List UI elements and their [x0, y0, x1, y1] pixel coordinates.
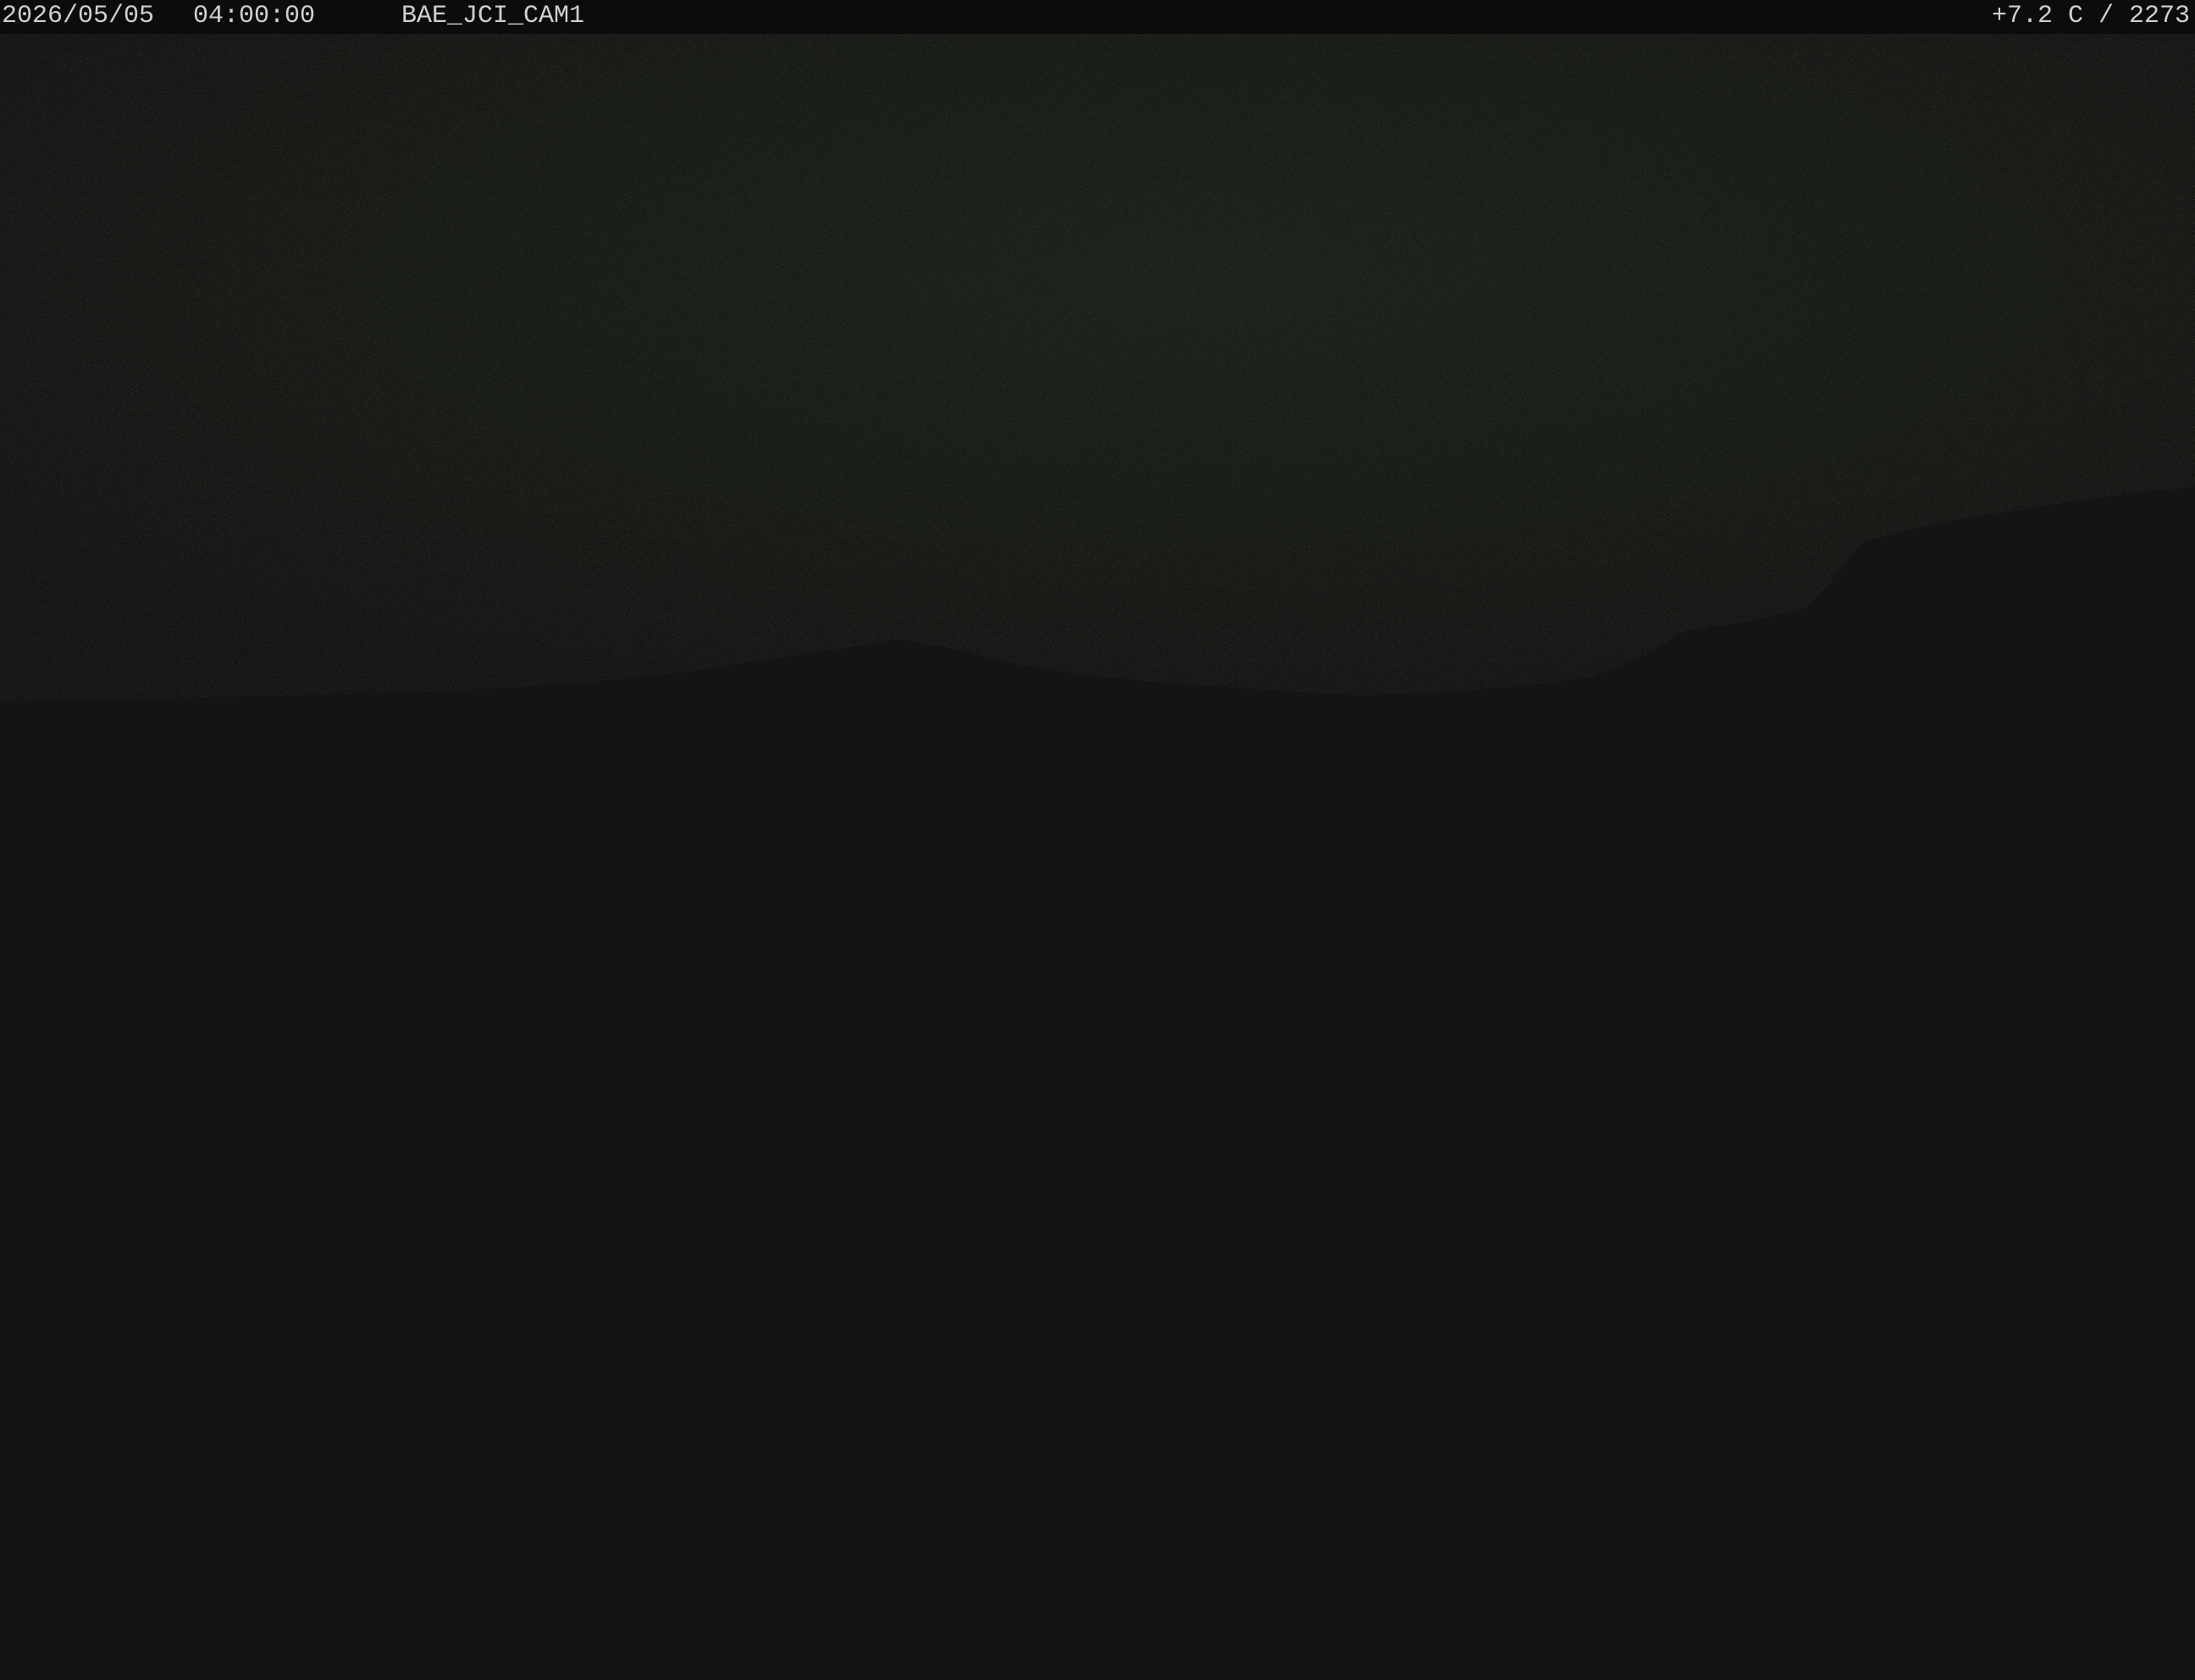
camera-overlay-bar: 2026/05/05 04:00:00 BAE_JCI_CAM1 +7.2 C …: [0, 0, 2195, 34]
camera-id-label: BAE_JCI_CAM1: [401, 2, 585, 30]
night-landscape-image: [0, 34, 2195, 1680]
temperature-readout: +7.2 C / 2273: [1991, 2, 2190, 30]
webcam-frame: 2026/05/05 04:00:00 BAE_JCI_CAM1 +7.2 C …: [0, 0, 2195, 1680]
timestamp-time: 04:00:00: [193, 2, 316, 30]
timestamp-date: 2026/05/05: [2, 2, 155, 30]
